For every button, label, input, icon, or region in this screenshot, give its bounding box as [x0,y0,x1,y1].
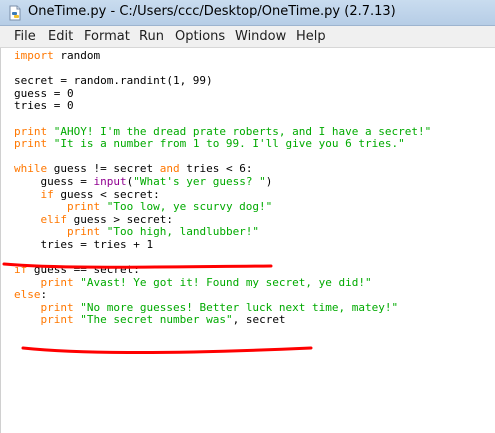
code-editor[interactable]: import random secret = random.randint(1,… [0,48,495,433]
code-line[interactable]: print "It is a number from 1 to 99. I'll… [14,137,431,151]
code-line[interactable]: tries = 0 [14,100,431,113]
code-token: while [14,162,48,176]
code-line[interactable]: print "Avast! Ye got it! Found my secret… [14,275,431,290]
code-token: print [14,137,48,151]
code-token: print [40,313,74,327]
title-bar[interactable]: OneTime.py - C:/Users/ccc/Desktop/OneTim… [0,0,495,26]
code-token: : [40,288,48,302]
code-token: if [14,263,28,277]
code-token: guess == secret: [27,263,140,277]
code-line[interactable]: import random [14,49,431,63]
code-token: "Avast! Ye got it! Found my secret, ye d… [80,275,372,289]
code-token: , secret [232,313,286,327]
code-token: secret = random.randint(1, 99) [14,74,213,88]
code-token: and [159,162,180,176]
code-token: "The secret number was" [80,313,233,327]
code-text[interactable]: import random secret = random.randint(1,… [14,49,432,327]
code-token: tries < 6: [179,162,253,176]
code-token: print [40,275,74,289]
code-token: "No more guesses! Better luck next time,… [80,300,399,314]
code-line[interactable]: tries = tries + 1 [14,237,431,252]
code-token: import [14,49,54,62]
code-token: print [14,124,48,138]
code-token: input [93,174,127,188]
menu-run[interactable]: Run [139,29,164,44]
menu-format[interactable]: Format [84,29,130,44]
code-token: print [40,300,74,314]
code-token: "AHOY! I'm the dread prate roberts, and … [53,124,432,138]
menu-bar: File Edit Format Run Options Window Help [0,26,495,48]
menu-edit[interactable]: Edit [48,29,73,44]
code-token: "It is a number from 1 to 99. I'll give … [53,137,405,151]
code-line[interactable]: print "The secret number was", secret [14,314,431,327]
code-token: guess = 0 [14,86,74,100]
red-underline-2 [21,346,313,355]
code-token: else [14,288,41,302]
code-token: print [66,225,101,239]
code-token: random [53,49,101,62]
menu-window[interactable]: Window [235,29,286,44]
code-token: guess = [14,174,94,188]
code-token: if [40,187,54,201]
code-token: guess != secret [47,162,160,176]
code-token: elif [40,212,68,226]
menu-file[interactable]: File [14,29,36,44]
menu-help[interactable]: Help [296,29,326,44]
code-token: print [66,200,101,214]
code-token: "Too high, landlubber!" [106,225,260,239]
menu-options[interactable]: Options [175,29,225,44]
python-file-icon [7,5,23,21]
window-title: OneTime.py - C:/Users/ccc/Desktop/OneTim… [28,4,396,19]
code-token: ) [265,174,273,188]
code-line[interactable]: guess = 0 [14,86,431,101]
code-token: "What's yer guess? " [133,174,266,188]
code-line[interactable]: secret = random.randint(1, 99) [14,74,431,88]
code-token: "Too low, ye scurvy dog!" [106,200,273,214]
code-token: tries = tries + 1 [14,237,154,251]
code-token: guess < secret: [53,187,160,201]
code-token: tries = 0 [14,99,74,113]
code-token: guess > secret: [67,212,173,226]
